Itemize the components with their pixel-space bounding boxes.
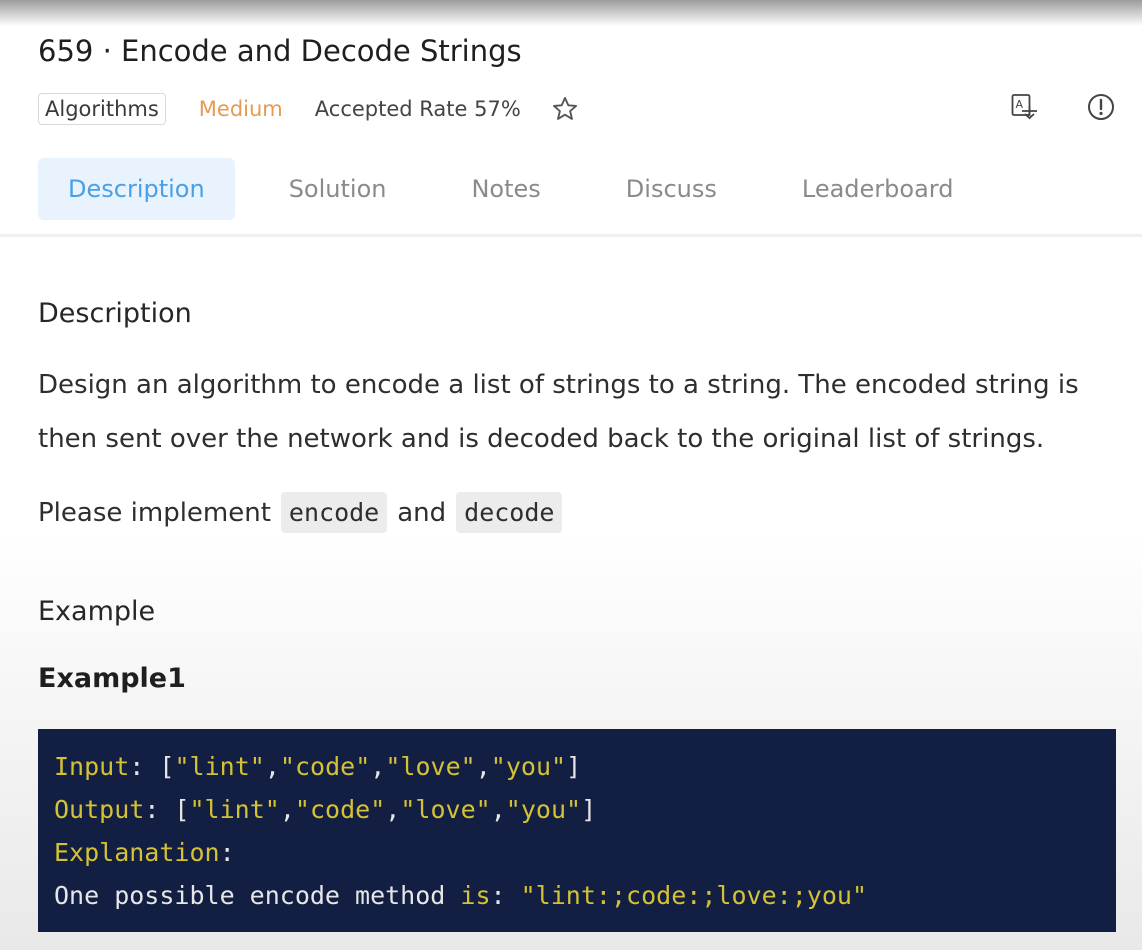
tab-leaderboard[interactable]: Leaderboard — [772, 158, 984, 220]
implement-line: Please implement encode and decode — [38, 492, 563, 533]
description-heading: Description — [38, 298, 192, 329]
input-label: Input — [54, 752, 130, 781]
problem-tabs: Description Solution Notes Discuss Leade… — [38, 158, 983, 220]
code-encode: encode — [280, 492, 388, 533]
alert-circle-icon[interactable] — [1086, 92, 1116, 126]
code-line-explanation: Explanation: — [54, 838, 235, 867]
explanation-label: Explanation — [54, 838, 220, 867]
example1-heading: Example1 — [38, 663, 186, 694]
problem-title: 659 · Encode and Decode Strings — [38, 34, 522, 68]
explanation-is: is — [460, 881, 491, 910]
explanation-prefix: One possible encode method — [54, 881, 461, 910]
difficulty-label: Medium — [198, 97, 283, 121]
input-value: ["lint","code","love","you"] — [159, 752, 582, 781]
tag-algorithms[interactable]: Algorithms — [38, 93, 166, 125]
implement-and: and — [397, 497, 447, 528]
problem-meta: Algorithms Medium Accepted Rate 57% — [38, 90, 579, 128]
accepted-rate: Accepted Rate 57% — [314, 97, 521, 121]
translate-icon[interactable]: A — [1010, 92, 1040, 126]
tab-solution[interactable]: Solution — [259, 158, 417, 220]
output-label: Output — [54, 795, 145, 824]
window-top-shadow — [0, 0, 1142, 26]
example1-code-block: Input: ["lint","code","love","you"] Outp… — [38, 729, 1116, 932]
implement-prefix: Please implement — [38, 497, 271, 528]
code-line-explanation-text: One possible encode method is: "lint:;co… — [54, 881, 868, 910]
star-icon[interactable] — [551, 95, 579, 123]
problem-actions: A — [1010, 92, 1116, 126]
tabs-divider — [0, 234, 1142, 237]
example-heading: Example — [38, 596, 156, 627]
code-line-input: Input: ["lint","code","love","you"] — [54, 752, 582, 781]
tab-discuss[interactable]: Discuss — [596, 158, 747, 220]
explanation-value: "lint:;code:;love:;you" — [520, 881, 868, 910]
tab-description[interactable]: Description — [38, 158, 235, 220]
description-text: Design an algorithm to encode a list of … — [38, 370, 1079, 454]
code-line-output: Output: ["lint","code","love","you"] — [54, 795, 597, 824]
tab-notes[interactable]: Notes — [441, 158, 570, 220]
code-decode: decode — [456, 492, 563, 533]
svg-text:A: A — [1016, 98, 1024, 111]
output-value: ["lint","code","love","you"] — [174, 795, 597, 824]
